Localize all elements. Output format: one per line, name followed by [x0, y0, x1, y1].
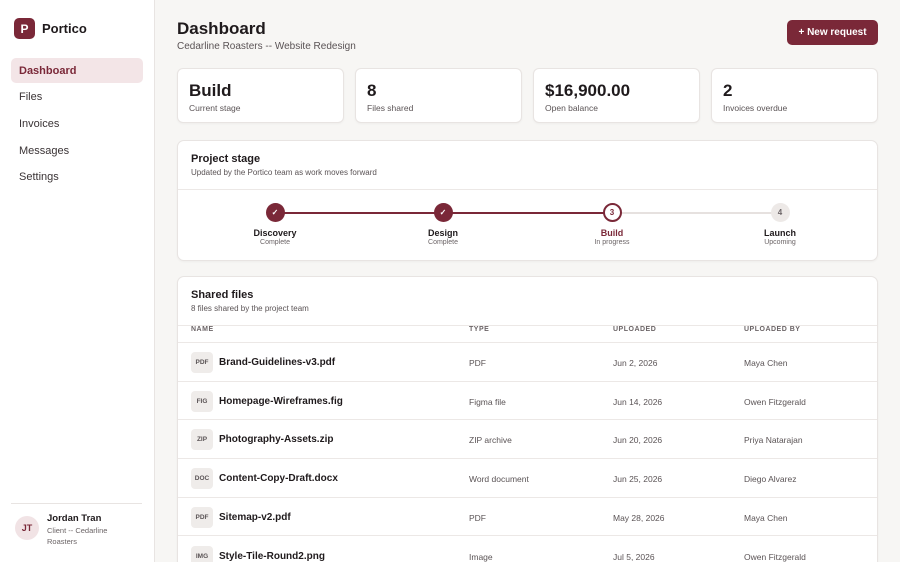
file-type-icon: ZIP	[191, 429, 213, 451]
sidebar-item-messages[interactable]: Messages	[11, 138, 143, 163]
file-type: PDF	[469, 512, 486, 523]
file-uploaded-by: Owen Fitzgerald	[744, 551, 806, 562]
file-name-link[interactable]: Sitemap-v2.pdf	[219, 512, 291, 523]
sidebar-divider	[11, 503, 142, 504]
step-name: Launch	[763, 228, 796, 238]
file-name-link[interactable]: Brand-Guidelines-v3.pdf	[219, 357, 335, 368]
sidebar-nav: Dashboard Files Invoices Messages Settin…	[11, 58, 143, 191]
brand[interactable]: P Portico	[14, 18, 87, 39]
file-uploaded-by: Maya Chen	[744, 512, 788, 523]
stat-label: Invoices overdue	[723, 103, 788, 113]
file-type-icon: DOC	[191, 468, 213, 490]
file-name-link[interactable]: Style-Tile-Round2.png	[219, 551, 325, 562]
file-type-icon: IMG	[191, 545, 213, 562]
file-type: PDF	[469, 358, 486, 368]
step-status: Complete	[428, 239, 458, 246]
column-header-type[interactable]: TYPE	[469, 326, 489, 333]
step-build: 3 Build In progress	[552, 203, 672, 246]
file-type: Image	[469, 551, 493, 562]
step-design: ✓ Design Complete	[383, 203, 503, 246]
stat-value: $16,900.00	[545, 81, 631, 100]
brand-logo-icon: P	[14, 18, 35, 39]
step-number: 4	[770, 203, 790, 222]
user-role: Client -- Cedarline Roasters	[47, 526, 108, 546]
shared-files-title: Shared files	[191, 289, 254, 301]
file-uploaded-by: Maya Chen	[744, 358, 788, 368]
step-status: Upcoming	[764, 239, 796, 246]
stat-card-open-balance: $16,900.00 Open balance	[533, 68, 700, 123]
file-uploaded-by: Priya Natarajan	[744, 435, 803, 446]
table-row[interactable]: IMG Style-Tile-Round2.png Image Jul 5, 2…	[178, 537, 877, 562]
divider	[178, 189, 877, 190]
page-title: Dashboard	[177, 19, 266, 38]
table-row[interactable]: FIG Homepage-Wireframes.fig Figma file J…	[178, 382, 877, 421]
file-uploaded-by: Owen Fitzgerald	[744, 396, 806, 407]
project-stage-card: Project stage Updated by the Portico tea…	[177, 140, 878, 261]
project-stage-subtitle: Updated by the Portico team as work move…	[191, 168, 377, 177]
file-type: ZIP archive	[469, 435, 512, 446]
step-number: 3	[602, 203, 622, 222]
stat-label: Open balance	[545, 103, 598, 113]
user-name: Jordan Tran	[47, 513, 102, 524]
file-type-icon: PDF	[191, 352, 213, 373]
sidebar: P Portico Dashboard Files Invoices Messa…	[0, 0, 155, 562]
table-row[interactable]: ZIP Photography-Assets.zip ZIP archive J…	[178, 420, 877, 460]
sidebar-item-dashboard[interactable]: Dashboard	[11, 58, 143, 83]
step-status: In progress	[594, 239, 630, 246]
sidebar-item-settings[interactable]: Settings	[11, 165, 143, 190]
stat-card-invoices-overdue: 2 Invoices overdue	[711, 68, 878, 123]
stat-label: Files shared	[367, 103, 414, 113]
shared-files-card: Shared files 8 files shared by the proje…	[177, 276, 878, 562]
file-uploaded-date: Jun 20, 2026	[613, 435, 663, 446]
new-request-button[interactable]: + New request	[787, 20, 878, 45]
step-status: Complete	[260, 239, 290, 246]
file-uploaded-date: Jun 2, 2026	[613, 358, 658, 368]
step-launch: 4 Launch Upcoming	[720, 203, 840, 246]
shared-files-subtitle: 8 files shared by the project team	[191, 304, 309, 313]
file-uploaded-date: Jun 14, 2026	[613, 396, 663, 407]
project-stage-title: Project stage	[191, 153, 261, 165]
column-header-uploaded[interactable]: UPLOADED	[613, 326, 656, 333]
step-discovery: ✓ Discovery Complete	[215, 203, 335, 246]
stat-value: 2	[723, 81, 733, 100]
file-type: Word document	[469, 474, 529, 485]
file-uploaded-date: Jul 5, 2026	[613, 551, 655, 562]
stat-card-current-stage: Build Current stage	[177, 68, 344, 123]
check-icon: ✓	[433, 203, 453, 222]
page-subtitle: Cedarline Roasters -- Website Redesign	[177, 41, 356, 52]
stat-card-files-shared: 8 Files shared	[355, 68, 522, 123]
step-name: Design	[427, 228, 458, 238]
brand-name: Portico	[42, 21, 87, 36]
file-type-icon: FIG	[191, 390, 213, 412]
file-uploaded-date: May 28, 2026	[613, 512, 665, 523]
check-icon: ✓	[265, 203, 285, 222]
file-name-link[interactable]: Photography-Assets.zip	[219, 434, 333, 445]
column-header-uploaded-by[interactable]: UPLOADED BY	[744, 326, 800, 333]
avatar: JT	[15, 516, 39, 540]
step-name: Build	[600, 228, 624, 238]
file-type: Figma file	[469, 396, 506, 407]
table-row[interactable]: DOC Content-Copy-Draft.docx Word documen…	[178, 459, 877, 498]
file-name-link[interactable]: Content-Copy-Draft.docx	[219, 473, 338, 484]
file-type-icon: PDF	[191, 506, 213, 528]
sidebar-item-invoices[interactable]: Invoices	[11, 111, 143, 136]
file-name-link[interactable]: Homepage-Wireframes.fig	[219, 396, 343, 407]
step-name: Discovery	[253, 228, 297, 238]
stat-value: Build	[189, 81, 232, 100]
user-profile[interactable]: JT Jordan Tran Client -- Cedarline Roast…	[15, 513, 129, 547]
file-uploaded-date: Jun 25, 2026	[613, 474, 663, 485]
stat-label: Current stage	[189, 103, 241, 113]
table-row[interactable]: PDF Sitemap-v2.pdf PDF May 28, 2026 Maya…	[178, 498, 877, 537]
stat-value: 8	[367, 81, 377, 100]
column-header-name[interactable]: NAME	[191, 326, 214, 333]
table-row[interactable]: PDF Brand-Guidelines-v3.pdf PDF Jun 2, 2…	[178, 343, 877, 382]
sidebar-item-files[interactable]: Files	[11, 85, 143, 110]
file-uploaded-by: Diego Alvarez	[744, 474, 797, 485]
